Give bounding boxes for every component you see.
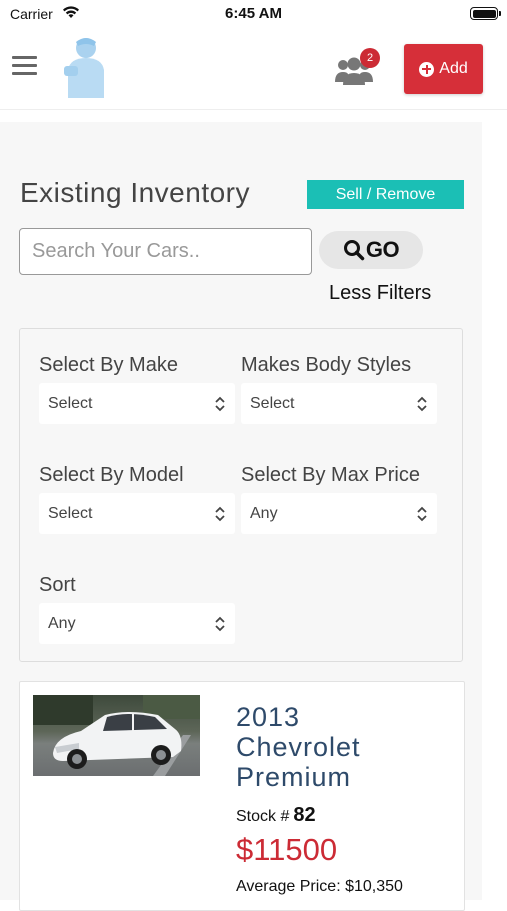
person-logo[interactable] bbox=[62, 36, 108, 100]
max-price-select-value: Any bbox=[250, 505, 278, 522]
car-make: Chevrolet bbox=[236, 732, 361, 762]
model-filter-label: Select By Model bbox=[39, 464, 184, 486]
car-listing-card[interactable]: 2013 Chevrolet Premium Stock #82 $11500 … bbox=[19, 681, 465, 911]
main-content: Existing Inventory Sell / Remove GO Less… bbox=[0, 122, 482, 911]
less-filters-link[interactable]: Less Filters bbox=[329, 282, 431, 305]
sort-select[interactable]: Any bbox=[39, 603, 235, 644]
stock-value: 82 bbox=[293, 804, 316, 826]
status-time: 6:45 AM bbox=[225, 5, 282, 22]
page-title: Existing Inventory bbox=[20, 177, 250, 208]
model-select[interactable]: Select bbox=[39, 493, 235, 534]
make-select[interactable]: Select bbox=[39, 383, 235, 424]
sell-remove-button[interactable]: Sell / Remove bbox=[307, 180, 464, 209]
stock-label: Stock # bbox=[236, 808, 290, 825]
filter-panel: Select By Make Select Makes Body Styles … bbox=[19, 328, 463, 662]
notification-badge: 2 bbox=[360, 48, 380, 68]
hamburger-menu-icon[interactable] bbox=[12, 56, 38, 76]
make-select-value: Select bbox=[48, 395, 93, 412]
body-styles-select-value: Select bbox=[250, 395, 295, 412]
car-year: 2013 bbox=[236, 702, 301, 732]
go-button[interactable]: GO bbox=[319, 231, 423, 269]
add-button[interactable]: Add bbox=[404, 44, 483, 94]
search-icon bbox=[343, 240, 365, 261]
average-price: Average Price: $10,350 bbox=[236, 878, 403, 895]
car-price: $11500 bbox=[236, 832, 338, 867]
app-header: 2 Add bbox=[0, 28, 507, 110]
stock-number: Stock #82 bbox=[236, 804, 316, 827]
max-price-select[interactable]: Any bbox=[241, 493, 437, 534]
sort-select-value: Any bbox=[48, 615, 76, 632]
chevron-updown-icon bbox=[215, 616, 225, 632]
chevron-updown-icon bbox=[417, 396, 427, 412]
model-select-value: Select bbox=[48, 505, 93, 522]
add-button-label: Add bbox=[439, 60, 468, 77]
users-button[interactable]: 2 bbox=[334, 48, 384, 86]
body-styles-select[interactable]: Select bbox=[241, 383, 437, 424]
battery-icon bbox=[470, 7, 501, 20]
status-bar: Carrier 6:45 AM bbox=[0, 0, 507, 28]
max-price-filter-label: Select By Max Price bbox=[241, 464, 420, 486]
car-trim: Premium bbox=[236, 762, 352, 792]
chevron-updown-icon bbox=[215, 396, 225, 412]
car-title[interactable]: 2013 Chevrolet Premium bbox=[236, 702, 456, 792]
chevron-updown-icon bbox=[417, 506, 427, 522]
car-photo[interactable] bbox=[33, 695, 200, 776]
body-styles-filter-label: Makes Body Styles bbox=[241, 354, 412, 376]
search-input[interactable] bbox=[19, 228, 312, 275]
plus-circle-icon bbox=[419, 61, 435, 77]
make-filter-label: Select By Make bbox=[39, 354, 178, 376]
chevron-updown-icon bbox=[215, 506, 225, 522]
sort-filter-label: Sort bbox=[39, 574, 76, 596]
go-button-label: GO bbox=[365, 237, 400, 262]
